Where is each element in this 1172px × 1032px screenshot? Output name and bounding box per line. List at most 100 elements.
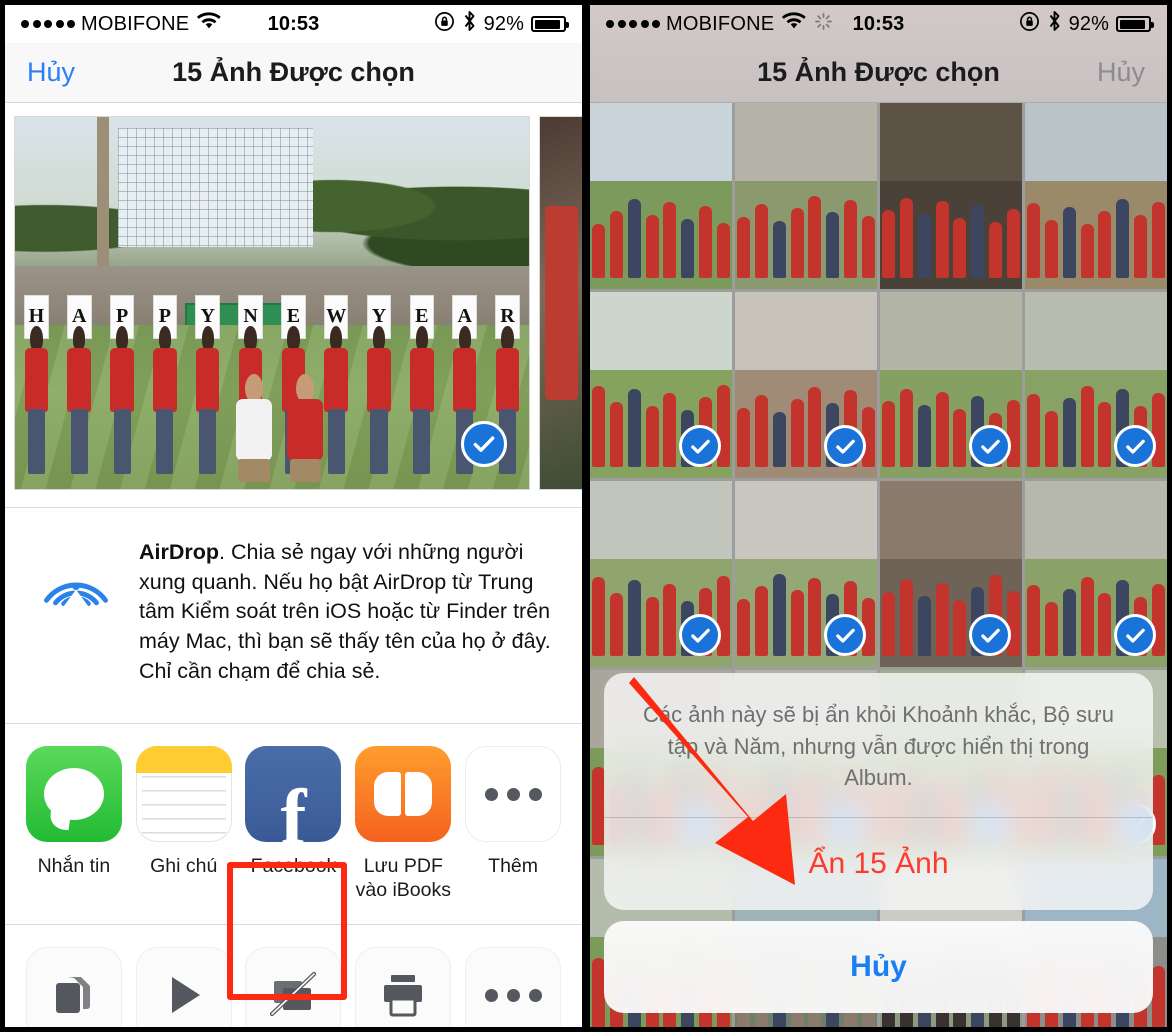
thumb-group-wall-banner[interactable] xyxy=(1025,292,1167,478)
photo-selected-checkmark[interactable] xyxy=(679,425,721,467)
wifi-icon xyxy=(197,12,221,36)
battery-percent: 92% xyxy=(1068,12,1109,35)
rotation-lock-icon xyxy=(434,11,455,38)
action-row: Sao chép Bản trình chiếu xyxy=(5,947,582,1027)
rotation-lock-icon xyxy=(1019,11,1040,38)
left-nav-bar: Hủy 15 Ảnh Được chọn xyxy=(5,43,582,103)
cancel-sheet-button[interactable]: Hủy xyxy=(604,921,1153,1013)
thumb-group-field-balloons[interactable] xyxy=(590,103,732,289)
photo-selected-checkmark[interactable] xyxy=(1114,614,1156,656)
print-icon xyxy=(355,947,452,1027)
cancel-button[interactable]: Hủy xyxy=(1097,57,1145,88)
action-print[interactable]: In xyxy=(348,947,458,1027)
preview-card-next[interactable] xyxy=(539,116,582,490)
thumb-two-girls-outdoor[interactable] xyxy=(1025,103,1167,289)
battery-icon xyxy=(1116,16,1154,32)
share-target-facebook[interactable]: f Facebook xyxy=(239,746,349,914)
alert-message: Các ảnh này sẽ bị ẩn khỏi Khoảnh khắc, B… xyxy=(643,702,1114,790)
action-hide[interactable]: Ẩn xyxy=(239,947,349,1027)
photo-selected-checkmark[interactable] xyxy=(1114,425,1156,467)
status-right-group: 92% xyxy=(434,10,569,38)
action-section: Sao chép Bản trình chiếu xyxy=(5,925,582,1027)
thumb-two-men-hugging[interactable] xyxy=(880,103,1022,289)
bluetooth-icon xyxy=(462,10,477,38)
share-target-label: Thêm xyxy=(488,855,539,878)
thumb-girls-pink-signs[interactable] xyxy=(735,481,877,667)
carrier-name: MOBIFONE xyxy=(81,12,190,35)
left-status-bar: MOBIFONE 10:53 92% xyxy=(5,5,582,43)
action-copy[interactable]: Sao chép xyxy=(19,947,129,1027)
thumb-dinner-table-group[interactable] xyxy=(880,481,1022,667)
wifi-icon xyxy=(782,12,806,36)
more-icon xyxy=(465,947,562,1027)
thumb-happy-new-year-letters[interactable] xyxy=(590,292,732,478)
slideshow-icon xyxy=(135,947,232,1027)
photo-selected-checkmark[interactable] xyxy=(824,614,866,656)
airdrop-description: AirDrop. Chia sẻ ngay với những người xu… xyxy=(139,532,558,683)
share-target-messages[interactable]: Nhắn tin xyxy=(19,746,129,914)
thumbnail-image xyxy=(590,103,732,289)
status-right-group: 92% xyxy=(1019,10,1154,38)
share-target-more[interactable]: Thêm xyxy=(458,746,568,914)
happy-new-year-photo: H A P P Y N E W Y E A R xyxy=(15,117,529,489)
share-target-label: Ghi chú xyxy=(150,855,218,878)
signal-strength-dots xyxy=(21,20,75,28)
app-share-row: Nhắn tin Ghi chú f Facebook Lưu PDF vào … xyxy=(5,746,582,914)
photos-picker-screen: MOBIFONE 10:53 92% 15 Ảnh Được chọn Hủy … xyxy=(590,5,1167,1027)
right-status-bar: MOBIFONE 10:53 92% xyxy=(590,5,1167,43)
notes-icon xyxy=(135,746,232,843)
share-target-label: Nhắn tin xyxy=(37,855,111,878)
ibooks-icon xyxy=(355,746,452,843)
battery-percent: 92% xyxy=(483,12,524,35)
thumbnail-image xyxy=(1025,103,1167,289)
airdrop-icon xyxy=(35,538,117,620)
action-slideshow[interactable]: Bản trình chiếu xyxy=(129,947,239,1027)
photo-selected-checkmark[interactable] xyxy=(969,614,1011,656)
screenshot-stage: MOBIFONE 10:53 92% Hủy 15 Ảnh Được chọn xyxy=(0,0,1172,1032)
battery-icon xyxy=(531,16,569,32)
cancel-button[interactable]: Hủy xyxy=(27,57,75,88)
status-left-group: MOBIFONE xyxy=(606,12,833,37)
right-phone-screen: MOBIFONE 10:53 92% 15 Ảnh Được chọn Hủy … xyxy=(586,0,1172,1032)
page-title: 15 Ảnh Được chọn xyxy=(172,57,415,87)
action-more[interactable]: Thêm xyxy=(458,947,568,1027)
more-icon xyxy=(465,746,562,843)
photo-people-row: H A P P Y N E W Y E A R xyxy=(15,294,529,475)
facebook-icon: f xyxy=(245,746,342,843)
thumb-group-signs-protest[interactable] xyxy=(590,481,732,667)
photo-selected-checkmark[interactable] xyxy=(969,425,1011,467)
airdrop-title: AirDrop xyxy=(139,540,220,564)
messages-icon xyxy=(25,746,122,843)
photo-selected-checkmark[interactable] xyxy=(679,614,721,656)
bluetooth-icon xyxy=(1047,10,1062,38)
left-phone-screen: MOBIFONE 10:53 92% Hủy 15 Ảnh Được chọn xyxy=(0,0,586,1032)
thumb-team-under-roof[interactable] xyxy=(735,103,877,289)
preview-row: H A P P Y N E W Y E A R xyxy=(5,116,582,490)
thumb-large-group-wall[interactable] xyxy=(1025,481,1167,667)
photo-selected-checkmark[interactable] xyxy=(824,425,866,467)
right-nav-bar: 15 Ảnh Được chọn Hủy xyxy=(590,43,1167,103)
share-target-label: Facebook xyxy=(250,855,337,878)
copy-icon xyxy=(25,947,122,1027)
alert-body: Các ảnh này sẽ bị ẩn khỏi Khoảnh khắc, B… xyxy=(604,673,1153,910)
thumb-girls-with-prize-sign[interactable] xyxy=(735,292,877,478)
thumbnail-image xyxy=(735,103,877,289)
airdrop-section[interactable]: AirDrop. Chia sẻ ngay với những người xu… xyxy=(5,508,582,725)
hide-confirmation-sheet: Các ảnh này sẽ bị ẩn khỏi Khoảnh khắc, B… xyxy=(604,673,1153,1013)
thumb-group-green-banner[interactable] xyxy=(880,292,1022,478)
confirm-hide-button[interactable]: Ẩn 15 Ảnh xyxy=(604,818,1153,910)
activity-spinner-icon xyxy=(814,12,833,37)
photo-preview-strip[interactable]: H A P P Y N E W Y E A R xyxy=(5,103,582,508)
app-share-section: Nhắn tin Ghi chú f Facebook Lưu PDF vào … xyxy=(5,724,582,926)
thumbnail-image xyxy=(880,103,1022,289)
preview-thumb-photo xyxy=(540,117,582,489)
hide-icon xyxy=(245,947,342,1027)
photo-selected-checkmark[interactable] xyxy=(461,421,507,467)
share-target-notes[interactable]: Ghi chú xyxy=(129,746,239,914)
signal-strength-dots xyxy=(606,20,660,28)
share-sheet: H A P P Y N E W Y E A R AirDrop. Chia sẻ… xyxy=(5,103,582,1027)
carrier-name: MOBIFONE xyxy=(666,12,775,35)
preview-card-main[interactable]: H A P P Y N E W Y E A R xyxy=(14,116,530,490)
page-title: 15 Ảnh Được chọn xyxy=(757,57,1000,87)
share-target-ibooks[interactable]: Lưu PDF vào iBooks xyxy=(348,746,458,914)
